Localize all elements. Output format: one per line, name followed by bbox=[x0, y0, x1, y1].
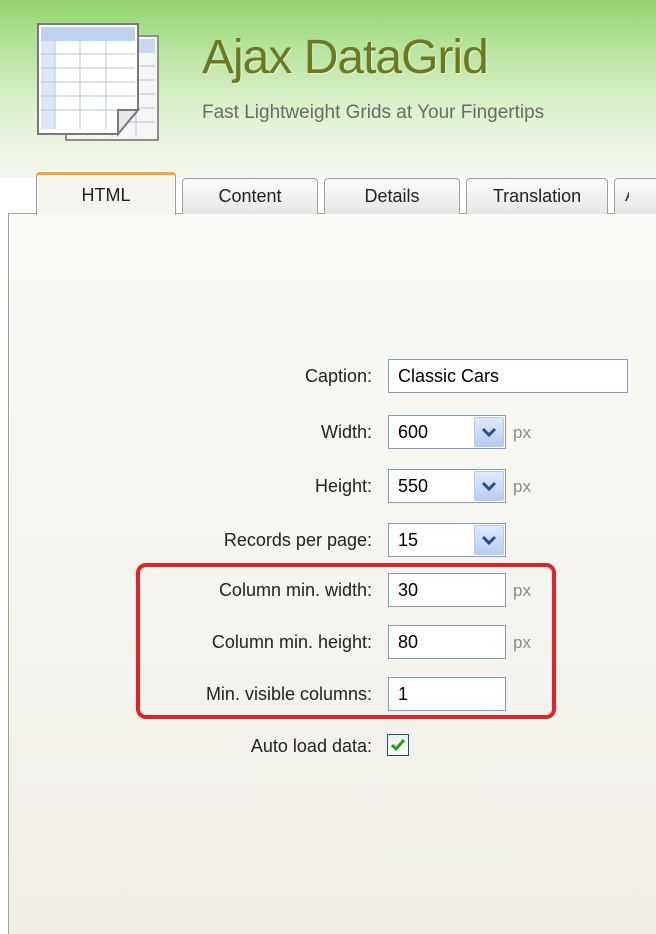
chevron-down-icon[interactable] bbox=[474, 417, 504, 447]
column-min-width-input[interactable]: 30 bbox=[388, 573, 506, 607]
app-subtitle: Fast Lightweight Grids at Your Fingertip… bbox=[202, 102, 545, 123]
height-row: Height: 550 px bbox=[0, 469, 656, 503]
column-min-height-input[interactable]: 80 bbox=[388, 625, 506, 659]
auto-load-data-row: Auto load data: bbox=[0, 729, 656, 763]
app-title: Ajax DataGrid bbox=[202, 31, 489, 84]
spreadsheet-logo-icon bbox=[37, 23, 159, 141]
tab-overflow[interactable]: A bbox=[614, 178, 656, 214]
checkmark-icon bbox=[390, 739, 406, 752]
column-min-height-row: Column min. height: 80 px bbox=[0, 625, 656, 659]
column-min-width-label: Column min. width: bbox=[218, 580, 372, 600]
tab-bar: HTML Content Details Translation A bbox=[0, 170, 656, 215]
min-visible-columns-input[interactable]: 1 bbox=[388, 677, 506, 711]
height-select[interactable]: 550 bbox=[388, 469, 506, 503]
height-label: Height: bbox=[314, 476, 372, 496]
app-header: Ajax DataGrid Fast Lightweight Grids at … bbox=[0, 0, 656, 178]
height-value: 550 bbox=[398, 476, 429, 496]
chevron-down-icon[interactable] bbox=[474, 471, 504, 501]
caption-row: Caption: Classic Cars bbox=[0, 359, 656, 393]
column-min-height-unit: px bbox=[513, 633, 531, 652]
height-unit: px bbox=[513, 477, 531, 496]
records-per-page-row: Records per page: 15 bbox=[0, 523, 656, 557]
records-per-page-select[interactable]: 15 bbox=[388, 523, 506, 557]
width-label: Width: bbox=[320, 422, 372, 442]
caption-label: Caption: bbox=[304, 366, 372, 386]
column-min-width-unit: px bbox=[513, 581, 531, 600]
tab-translation[interactable]: Translation bbox=[466, 178, 608, 214]
width-unit: px bbox=[513, 423, 531, 442]
caption-input[interactable]: Classic Cars bbox=[388, 359, 628, 393]
width-select[interactable]: 600 bbox=[388, 415, 506, 449]
min-visible-columns-row: Min. visible columns: 1 bbox=[0, 677, 656, 711]
width-value: 600 bbox=[398, 422, 429, 442]
records-per-page-label: Records per page: bbox=[223, 530, 372, 550]
min-visible-columns-label: Min. visible columns: bbox=[205, 684, 372, 704]
auto-load-data-label: Auto load data: bbox=[250, 736, 372, 756]
chevron-down-icon[interactable] bbox=[474, 525, 504, 555]
tab-details[interactable]: Details bbox=[324, 178, 460, 214]
column-min-height-label: Column min. height: bbox=[211, 632, 372, 652]
column-min-width-row: Column min. width: 30 px bbox=[0, 573, 656, 607]
auto-load-data-checkbox[interactable] bbox=[387, 734, 409, 756]
tab-html[interactable]: HTML bbox=[36, 172, 176, 215]
records-per-page-value: 15 bbox=[398, 530, 419, 550]
width-row: Width: 600 px bbox=[0, 415, 656, 449]
tab-content[interactable]: Content bbox=[182, 178, 318, 214]
